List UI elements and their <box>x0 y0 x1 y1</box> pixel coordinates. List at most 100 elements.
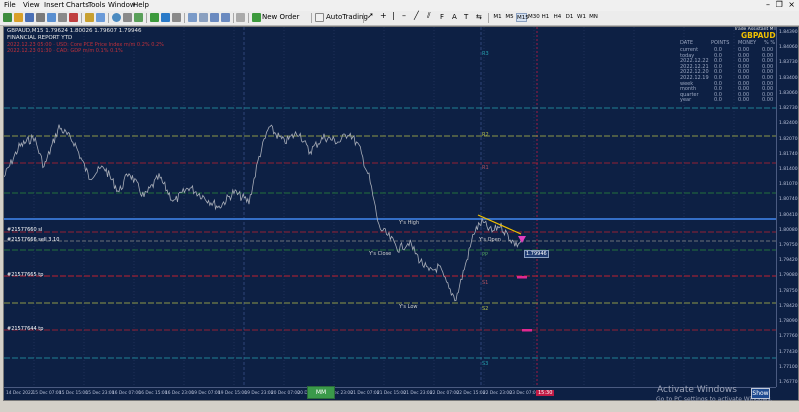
timeframe-mn[interactable]: MN <box>588 13 599 22</box>
zoom-out-icon[interactable] <box>188 13 197 22</box>
price-chart[interactable] <box>4 27 776 387</box>
symbol-badge: GBPAUD <box>741 31 776 40</box>
level-label-s1: S1 <box>482 280 489 286</box>
chart-window[interactable]: GBPAUD,M15 1.79624 1.80026 1.79607 1.799… <box>3 26 799 401</box>
new-order-icon[interactable] <box>150 13 159 22</box>
restore-icon[interactable]: ❐ <box>776 0 783 9</box>
data-window-icon[interactable] <box>36 13 45 22</box>
timeframe-m1[interactable]: M1 <box>492 13 503 22</box>
timeframe-m30[interactable]: M30 <box>528 13 540 22</box>
ys-close-label: Y's Close <box>369 251 392 257</box>
time-tick-label: 19 Dec 15:00 <box>218 391 247 396</box>
tile-windows-icon[interactable] <box>199 13 208 22</box>
crosshair-icon[interactable] <box>85 13 94 22</box>
navigator-icon[interactable] <box>47 13 56 22</box>
price-series <box>4 124 522 302</box>
price-tick-label: 1.77760 <box>779 334 798 340</box>
timeframe-m5[interactable]: M5 <box>504 13 515 22</box>
autoscroll-icon[interactable] <box>221 13 230 22</box>
indicators-icon[interactable] <box>236 13 245 22</box>
strategy-tester-icon[interactable] <box>69 13 78 22</box>
show-button[interactable]: Show <box>751 388 770 399</box>
vertical-line-icon[interactable]: | <box>392 11 395 20</box>
order-label-sl[interactable]: #21577660 sl <box>7 227 42 233</box>
arrows-icon[interactable]: ⇆ <box>476 13 482 21</box>
time-tick-label: 16 Dec 15:00 <box>138 391 168 396</box>
ys-open-label: Y's Open <box>479 237 501 243</box>
level-label-r2: R2 <box>482 132 489 138</box>
fibonacci-icon[interactable]: F <box>440 13 444 21</box>
time-tick-label: 22 Dec 07:00 <box>430 391 459 396</box>
timeframe-h4[interactable]: H4 <box>552 13 563 22</box>
settings-icon[interactable] <box>123 13 132 22</box>
options-icon[interactable] <box>172 13 181 22</box>
tp-marker <box>517 276 527 279</box>
minimize-icon[interactable]: – <box>766 0 770 9</box>
auto-trading-button[interactable]: AutoTrading <box>326 13 368 21</box>
text-tool-icon[interactable]: A <box>452 13 457 21</box>
menu-window[interactable]: Window <box>108 1 136 9</box>
sell-arrow-icon <box>518 236 526 243</box>
trendline-icon[interactable]: ╱ <box>414 11 419 20</box>
chart-subtitle: FINANCIAL REPORT YTD <box>7 35 73 41</box>
time-tick-label: 19 Dec 07:00 <box>191 391 221 396</box>
channel-icon[interactable]: ⫽ <box>427 11 431 21</box>
menu-help[interactable]: Help <box>133 1 149 9</box>
price-tick-label: 1.83400 <box>779 75 798 81</box>
zoom-in-icon[interactable] <box>96 13 105 22</box>
price-tick-label: 1.76770 <box>779 380 798 385</box>
signals-icon[interactable] <box>134 13 143 22</box>
close-icon[interactable]: × <box>788 0 795 9</box>
menu-charts[interactable]: Charts <box>66 1 89 9</box>
price-tick-label: 1.84060 <box>779 45 798 51</box>
trendline <box>477 214 522 235</box>
new-order-button[interactable]: New Order <box>262 13 299 21</box>
price-tick-label: 1.80080 <box>779 227 798 233</box>
order-label-tp2[interactable]: #21577644 tp <box>7 326 43 332</box>
ys-low-label: Y's Low <box>399 304 418 310</box>
timeframe-w1[interactable]: W1 <box>576 13 587 22</box>
time-tick-label: 15 Dec 07:00 <box>32 391 62 396</box>
window-controls: – ❐ × <box>766 0 795 11</box>
cursor-icon[interactable]: ➚ <box>367 11 374 20</box>
stats-header-date: DATE <box>680 40 694 46</box>
price-tick-label: 1.80740 <box>779 197 798 203</box>
price-tick-label: 1.79750 <box>779 243 798 249</box>
ys-high-label: Y's High <box>399 220 420 226</box>
time-tick-label: 20 Dec 07:00 <box>271 391 300 396</box>
auto-trading-icon[interactable] <box>315 13 324 22</box>
crosshair-tool-icon[interactable]: + <box>380 11 387 20</box>
time-tick-label: 19 Dec 23:00 <box>244 391 274 396</box>
chart-shift-icon[interactable] <box>210 13 219 22</box>
history-center-icon[interactable] <box>112 13 121 22</box>
horizontal-line-icon[interactable]: – <box>402 11 406 20</box>
order-label-sell[interactable]: #21577666 sell 3.10 <box>7 237 59 243</box>
new-chart-icon[interactable] <box>3 13 12 22</box>
price-tick-label: 1.83060 <box>779 90 798 96</box>
time-tick-label: 21 Dec 15:00 <box>377 391 406 396</box>
new-order-button-icon[interactable] <box>252 13 261 22</box>
profiles-icon[interactable] <box>14 13 23 22</box>
timeframe-h1[interactable]: H1 <box>540 13 551 22</box>
menu-tools[interactable]: Tools <box>88 1 105 9</box>
time-tag: 15:30 <box>536 390 555 396</box>
stats-cell: 0.0 <box>714 97 722 104</box>
mm-button[interactable]: MM <box>307 386 335 399</box>
price-tick-label: 1.82400 <box>779 121 798 127</box>
menu-insert[interactable]: Insert <box>44 1 64 9</box>
price-scale[interactable]: 1.84390 1.84060 1.83730 1.83400 1.83060 1.827… <box>776 27 798 387</box>
time-tick-label: 22 Dec 15:00 <box>456 391 486 396</box>
timeframe-d1[interactable]: D1 <box>564 13 575 22</box>
timeframe-m15[interactable]: M15 <box>516 13 529 22</box>
market-watch-icon[interactable] <box>25 13 34 22</box>
label-tool-icon[interactable]: T <box>464 13 468 21</box>
order-label-tp[interactable]: #21577665 tp <box>7 272 43 278</box>
news-line-2: 2022.12.23 01:30 · CAD: GDP m/m 0.1% 0.1… <box>7 48 123 54</box>
menu-view[interactable]: View <box>23 1 40 9</box>
price-tick-label: 1.77430 <box>779 349 798 355</box>
terminal-icon[interactable] <box>58 13 67 22</box>
time-tick-label: 21 Dec 07:00 <box>350 391 380 396</box>
menu-file[interactable]: File <box>4 1 16 9</box>
price-tick-label: 1.83730 <box>779 60 798 66</box>
metaeditor-icon[interactable] <box>161 13 170 22</box>
